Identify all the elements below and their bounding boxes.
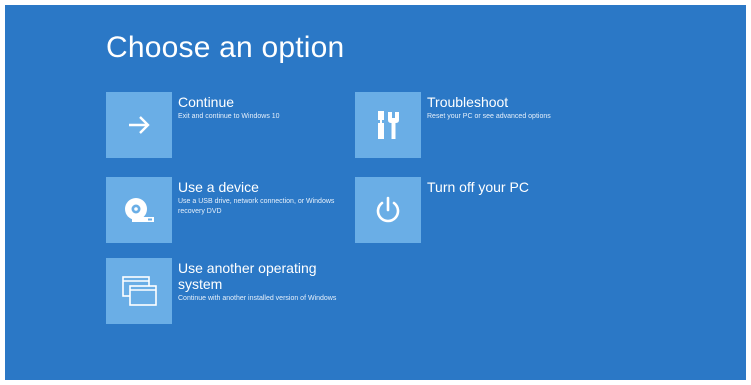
use-another-os-description: Continue with another installed version … bbox=[178, 295, 337, 302]
troubleshoot-description: Reset your PC or see advanced options bbox=[427, 113, 551, 120]
turn-off-tile[interactable] bbox=[355, 177, 421, 243]
use-another-os-label[interactable]: Use another operating system bbox=[178, 260, 348, 292]
troubleshoot-tile[interactable] bbox=[355, 92, 421, 158]
continue-label[interactable]: Continue bbox=[178, 94, 348, 110]
continue-tile[interactable] bbox=[106, 92, 172, 158]
arrow-right-icon bbox=[127, 115, 151, 135]
page-title: Choose an option bbox=[106, 31, 345, 64]
windows-stack-icon bbox=[119, 274, 159, 308]
turn-off-label[interactable]: Turn off your PC bbox=[427, 179, 657, 195]
power-icon bbox=[373, 195, 403, 225]
tools-icon bbox=[373, 109, 403, 141]
recovery-screen: Choose an option Continue Exit and conti… bbox=[5, 5, 746, 380]
use-a-device-tile[interactable] bbox=[106, 177, 172, 243]
troubleshoot-label[interactable]: Troubleshoot bbox=[427, 94, 657, 110]
use-another-os-tile[interactable] bbox=[106, 258, 172, 324]
continue-description: Exit and continue to Windows 10 bbox=[178, 113, 280, 120]
use-a-device-description: Use a USB drive, network connection, or … bbox=[178, 198, 335, 215]
disc-drive-icon bbox=[122, 195, 156, 225]
use-a-device-label[interactable]: Use a device bbox=[178, 179, 348, 195]
